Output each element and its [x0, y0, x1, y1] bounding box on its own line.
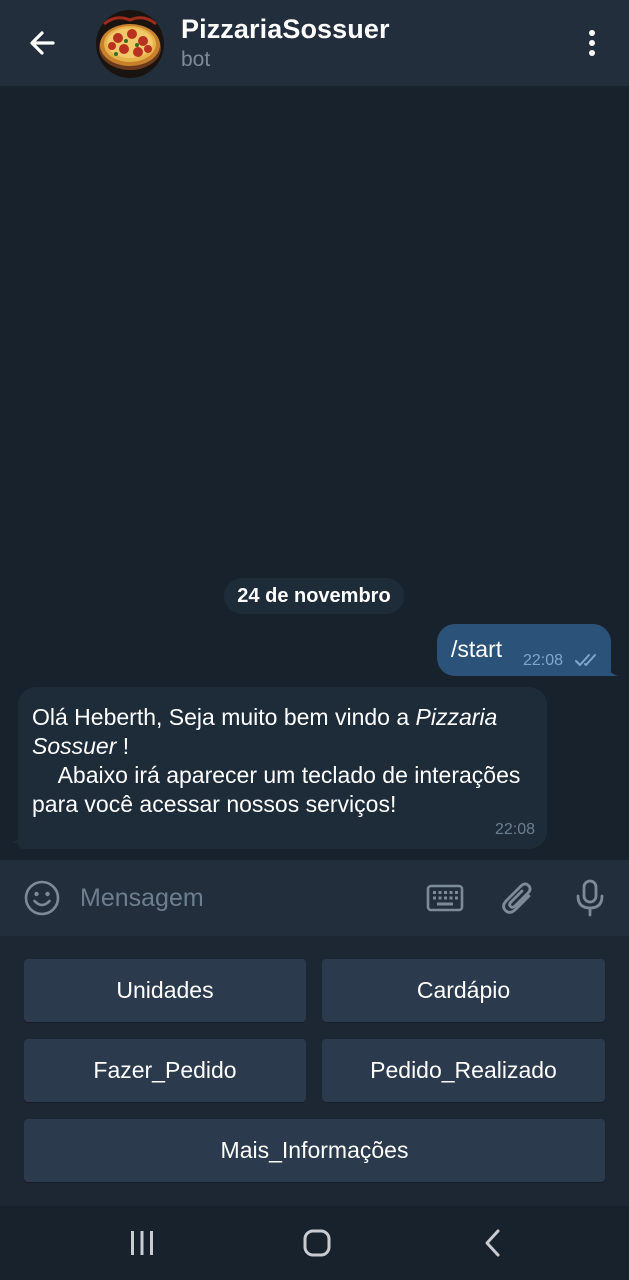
- recent-apps-button[interactable]: [112, 1220, 172, 1266]
- outgoing-message-text: /start: [451, 636, 503, 662]
- more-vertical-icon[interactable]: [587, 28, 597, 58]
- bot-keyboard-toggle[interactable]: [424, 880, 466, 916]
- incoming-line2: Abaixo irá aparecer um teclado de intera…: [32, 762, 527, 817]
- bot-avatar[interactable]: [96, 10, 164, 78]
- keyboard-button-mais-informacoes[interactable]: Mais_Informações: [24, 1119, 605, 1182]
- keyboard-button-pedido-realizado[interactable]: Pedido_Realizado: [322, 1039, 605, 1102]
- incoming-line1-prefix: Olá Heberth, Seja muito bem vindo a: [32, 704, 416, 730]
- system-navigation-bar: [0, 1206, 629, 1280]
- back-arrow-icon[interactable]: [27, 28, 57, 58]
- emoji-button[interactable]: [22, 878, 62, 918]
- recent-apps-icon[interactable]: [128, 1230, 156, 1256]
- incoming-message-time: 22:08: [494, 821, 535, 838]
- bot-reply-keyboard: Unidades Cardápio Fazer_Pedido Pedido_Re…: [0, 936, 629, 1206]
- system-back-button[interactable]: [463, 1220, 523, 1266]
- chat-subtitle: bot: [181, 48, 211, 71]
- incoming-message-text: Olá Heberth, Seja muito bem vindo a Pizz…: [32, 703, 542, 819]
- keyboard-icon[interactable]: [426, 884, 464, 912]
- outgoing-message-time: 22:08: [523, 652, 564, 669]
- message-list[interactable]: 24 de novembro /start 22:08 Olá Heberth,…: [0, 86, 629, 860]
- message-composer: Mensagem: [0, 860, 629, 936]
- voice-button[interactable]: [570, 876, 610, 920]
- outgoing-message[interactable]: /start 22:08: [437, 624, 611, 676]
- incoming-bubble-tail: [11, 827, 25, 843]
- outgoing-bubble-tail: [604, 660, 618, 676]
- home-button[interactable]: [287, 1220, 347, 1266]
- keyboard-button-unidades[interactable]: Unidades: [24, 959, 306, 1022]
- chat-header: PizzariaSossuer bot: [0, 0, 629, 86]
- keyboard-button-cardapio[interactable]: Cardápio: [322, 959, 605, 1022]
- more-menu-button[interactable]: [574, 22, 610, 64]
- emoji-icon[interactable]: [23, 879, 61, 917]
- pizza-avatar: [96, 10, 164, 78]
- attach-button[interactable]: [498, 876, 540, 920]
- home-icon[interactable]: [302, 1228, 332, 1258]
- system-back-icon[interactable]: [483, 1228, 503, 1258]
- incoming-line1-suffix: !: [116, 733, 130, 759]
- keyboard-button-fazer-pedido[interactable]: Fazer_Pedido: [24, 1039, 306, 1102]
- incoming-message[interactable]: Olá Heberth, Seja muito bem vindo a Pizz…: [18, 687, 547, 849]
- back-button[interactable]: [18, 22, 66, 64]
- chat-title[interactable]: PizzariaSossuer: [181, 14, 390, 45]
- date-separator: 24 de novembro: [224, 578, 404, 614]
- attach-icon[interactable]: [501, 878, 537, 918]
- microphone-icon[interactable]: [575, 878, 605, 918]
- message-input[interactable]: Mensagem: [80, 884, 204, 913]
- double-check-icon: [575, 654, 596, 666]
